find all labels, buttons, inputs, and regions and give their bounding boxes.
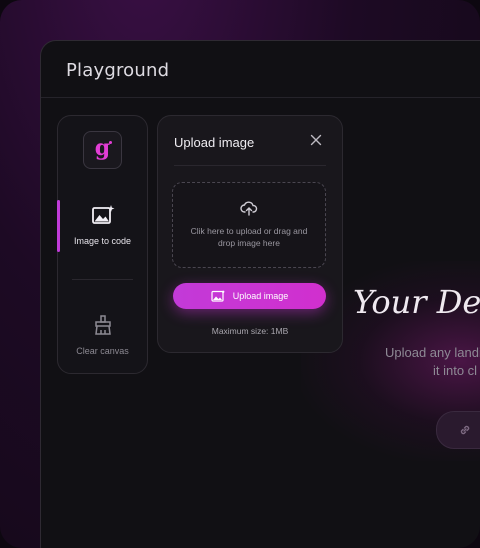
image-icon — [211, 290, 225, 302]
tool-image-to-code[interactable]: Image to code — [58, 204, 147, 246]
playground-window: Playground g Image to code Clear canvas … — [40, 40, 480, 548]
hero-title: Your De — [353, 283, 480, 321]
tools-divider — [72, 279, 133, 280]
tool-label: Clear canvas — [76, 346, 129, 356]
image-sparkle-icon — [91, 205, 114, 224]
max-size-note: Maximum size: 1MB — [211, 326, 289, 336]
upload-button-label: Upload image — [232, 291, 289, 301]
link-icon — [460, 425, 470, 435]
tool-label: Image to code — [73, 236, 132, 246]
image-dropzone[interactable]: Clik here to upload or drag and drop ima… — [172, 182, 326, 268]
logo-dot — [109, 141, 112, 144]
upload-cloud-icon — [240, 201, 258, 216]
app-frame: Playground g Image to code Clear canvas … — [0, 0, 480, 548]
upload-image-panel: Upload image Clik here to upload or drag… — [157, 115, 343, 353]
tools-sidebar: g Image to code Clear canvas — [57, 115, 148, 374]
header-divider — [41, 97, 480, 98]
window-title: Playground — [66, 60, 170, 81]
link-pill-button[interactable] — [436, 411, 480, 449]
hero-subtitle-line1: Upload any landi — [385, 345, 480, 360]
dropzone-text: Clik here to upload or drag and drop ima… — [190, 226, 308, 248]
upload-image-button[interactable]: Upload image — [173, 283, 326, 309]
logo-letter: g — [94, 135, 111, 161]
app-logo[interactable]: g — [83, 131, 122, 169]
panel-divider — [174, 165, 326, 166]
hero-subtitle-line2: it into cl — [433, 363, 478, 378]
tool-clear-canvas[interactable]: Clear canvas — [58, 314, 147, 356]
broom-icon — [94, 315, 111, 335]
close-icon[interactable] — [308, 132, 324, 148]
panel-title: Upload image — [174, 135, 255, 150]
